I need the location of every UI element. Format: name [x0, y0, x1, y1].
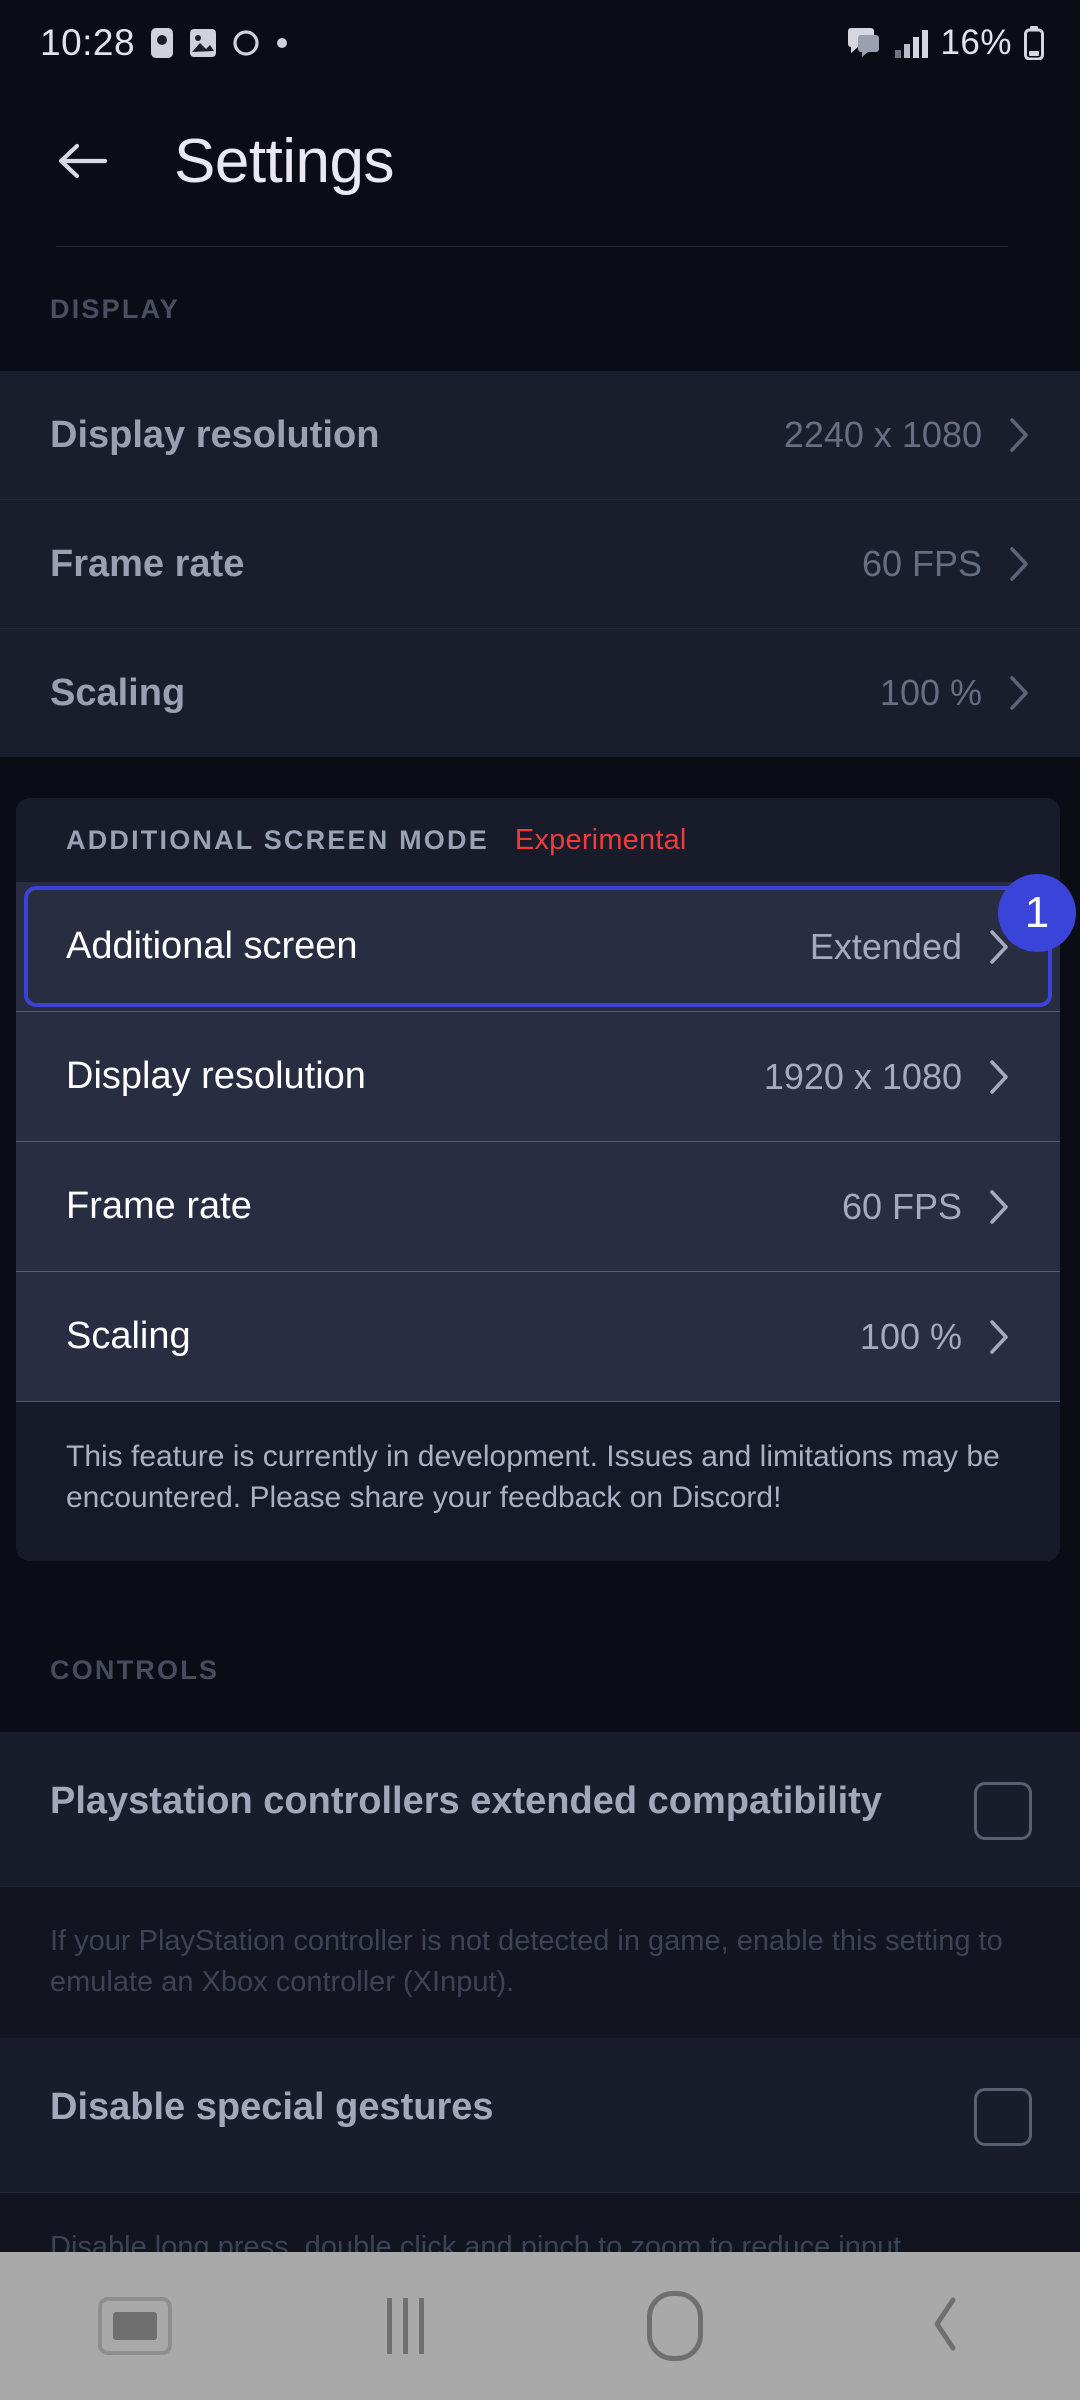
message-icon [846, 28, 882, 58]
row-label: Frame rate [50, 542, 245, 585]
row-scaling[interactable]: Scaling 100 % [0, 629, 1080, 757]
row-additional-screen[interactable]: Additional screen Extended [16, 882, 1060, 1011]
status-bar-right: 16% [846, 23, 1044, 63]
row-label: Frame rate [66, 1185, 252, 1227]
row-display-resolution[interactable]: Display resolution 2240 x 1080 [0, 371, 1080, 499]
row-value: 60 FPS [861, 543, 982, 584]
additional-screen-card: ADDITIONAL SCREEN MODE Experimental Addi… [16, 798, 1060, 1561]
status-bar: 10:28 16% [0, 0, 1080, 86]
additional-screen-description: This feature is currently in development… [16, 1402, 1060, 1561]
back-icon [928, 2295, 962, 2358]
row-label: Disable special gestures [50, 2086, 494, 2129]
step-badge-1: 1 [998, 874, 1076, 952]
disable-gestures-checkbox[interactable] [974, 2088, 1032, 2147]
row-right: Extended [810, 926, 1010, 968]
phone-app-icon [149, 27, 175, 59]
row-label: Display resolution [50, 413, 380, 456]
back-arrow-icon[interactable] [54, 132, 112, 190]
row-additional-frame-rate[interactable]: Frame rate 60 FPS [16, 1142, 1060, 1271]
chevron-right-icon [988, 1318, 1010, 1356]
row-value: 100 % [859, 1315, 962, 1357]
battery-percent-label: 16% [940, 23, 1012, 62]
header-divider [56, 246, 1008, 247]
row-value: 60 FPS [841, 1185, 962, 1227]
display-section: DISPLAY Display resolution 2240 x 1080 F… [0, 262, 1080, 757]
row-right: 2240 x 1080 [784, 414, 1030, 456]
chevron-right-icon [1008, 674, 1030, 712]
chevron-right-icon [988, 1188, 1010, 1226]
row-right: 60 FPS [842, 1186, 1010, 1228]
controls-section: CONTROLS Playstation controllers extende… [0, 1625, 1080, 2304]
row-value: 1920 x 1080 [763, 1055, 962, 1097]
row-disable-gestures[interactable]: Disable special gestures [0, 2038, 1080, 2192]
additional-screen-label: ADDITIONAL SCREEN MODE [66, 824, 489, 855]
chevron-right-icon [988, 1058, 1010, 1096]
battery-icon [1024, 26, 1044, 60]
additional-screen-header: ADDITIONAL SCREEN MODE Experimental [16, 798, 1060, 882]
image-icon [189, 28, 217, 58]
row-value: 2240 x 1080 [783, 414, 982, 455]
nav-home-button[interactable] [540, 2291, 810, 2361]
row-value: Extended [809, 925, 962, 967]
circle-icon [231, 28, 261, 58]
row-label: Scaling [50, 671, 186, 714]
row-label: Display resolution [66, 1055, 366, 1097]
row-label: Scaling [66, 1315, 191, 1357]
row-right: 1920 x 1080 [764, 1056, 1010, 1098]
experimental-badge: Experimental [514, 823, 687, 856]
recents-icon [386, 2298, 424, 2354]
settings-screen: 10:28 16% Settings DISPLAY Display resol… [0, 0, 1080, 2400]
row-label: Additional screen [66, 925, 358, 967]
dot-icon [275, 36, 289, 50]
row-value: 100 % [879, 672, 982, 713]
display-section-label: DISPLAY [50, 294, 180, 324]
controls-section-list: Playstation controllers extended compati… [0, 1732, 1080, 2304]
display-section-list: Display resolution 2240 x 1080 Frame rat… [0, 371, 1080, 757]
row-additional-scaling[interactable]: Scaling 100 % [16, 1272, 1060, 1401]
row-playstation-compat[interactable]: Playstation controllers extended compati… [0, 1732, 1080, 1886]
chevron-right-icon [1008, 545, 1030, 583]
row-label: Playstation controllers extended compati… [50, 1780, 882, 1822]
playstation-compat-description: If your PlayStation controller is not de… [0, 1887, 1080, 2039]
chevron-right-icon [1008, 416, 1030, 454]
nav-recents-button[interactable] [270, 2298, 540, 2354]
row-right: 60 FPS [862, 543, 1030, 585]
row-additional-display-resolution[interactable]: Display resolution 1920 x 1080 [16, 1012, 1060, 1141]
status-bar-clock: 10:28 [40, 22, 136, 63]
controls-section-label: CONTROLS [50, 1655, 220, 1685]
app-header: Settings [0, 86, 1080, 236]
android-nav-bar [0, 2252, 1080, 2400]
nav-keyboard-button[interactable] [0, 2297, 270, 2355]
playstation-compat-checkbox[interactable] [974, 1782, 1032, 1840]
row-right: 100 % [880, 672, 1030, 714]
keyboard-icon [98, 2297, 172, 2355]
page-title: Settings [174, 126, 395, 196]
signal-bars-icon [894, 28, 929, 58]
home-icon [647, 2291, 703, 2361]
row-frame-rate[interactable]: Frame rate 60 FPS [0, 500, 1080, 628]
additional-screen-list: Additional screen Extended Display resol… [16, 882, 1060, 1402]
row-right: 100 % [860, 1316, 1010, 1358]
status-bar-left: 10:28 [40, 22, 289, 64]
nav-back-button[interactable] [810, 2295, 1080, 2358]
